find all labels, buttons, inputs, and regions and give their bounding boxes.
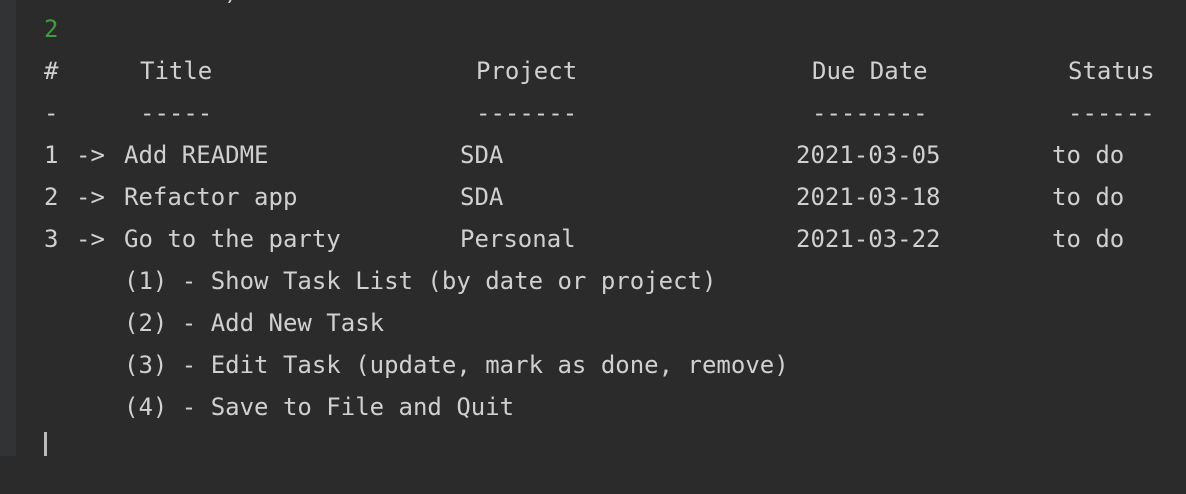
underline-project: ------- [476, 99, 578, 127]
menu-item-save-and-quit: (4) - Save to File and Quit [124, 393, 515, 421]
row-status: to do [1052, 225, 1125, 253]
row-due-date: 2021-03-18 [796, 183, 941, 211]
menu-item-edit-task: (3) - Edit Task (update, mark as done, r… [124, 351, 789, 379]
row-project: SDA [460, 141, 504, 169]
menu-item: (4) - Save to File and Quit [44, 390, 514, 424]
menu-item-add-new-task: (2) - Add New Task [124, 309, 385, 337]
row-num: 2 [44, 183, 59, 211]
menu-item-show-task-list: (1) - Show Task List (by date or project… [124, 267, 717, 295]
menu-item: (1) - Show Task List (by date or project… [44, 264, 716, 298]
header-num: # [44, 57, 59, 85]
table-row: 2 -> Refactor app SDA 2021-03-18 to do [44, 180, 1124, 214]
row-arrow: -> [76, 225, 105, 253]
row-title: Go to the party [124, 225, 341, 253]
underline-num: - [44, 99, 59, 127]
row-due-date: 2021-03-05 [796, 141, 941, 169]
user-input-line: 2 [44, 12, 102, 46]
user-input-value: 2 [44, 15, 59, 43]
header-due-date: Due Date [812, 57, 928, 85]
underline-due-date: -------- [812, 99, 928, 127]
table-underline-row: - ----- ------- -------- ------ [44, 96, 1155, 130]
table-row: 1 -> Add README SDA 2021-03-05 to do [44, 138, 1124, 172]
row-due-date: 2021-03-22 [796, 225, 941, 253]
underline-title: ----- [140, 99, 213, 127]
menu-item: (3) - Edit Task (update, mark as done, r… [44, 348, 789, 382]
row-arrow: -> [76, 141, 105, 169]
row-status: to do [1052, 141, 1125, 169]
table-row: 3 -> Go to the party Personal 2021-03-22… [44, 222, 1124, 256]
underline-status: ------ [1068, 99, 1155, 127]
input-caret[interactable] [44, 432, 47, 456]
row-num: 1 [44, 141, 59, 169]
row-arrow: -> [76, 183, 105, 211]
menu-item: (2) - Add New Task [44, 306, 384, 340]
clipped-previous-line: ) [224, 0, 238, 6]
header-title: Title [140, 57, 213, 85]
header-project: Project [476, 57, 578, 85]
row-num: 3 [44, 225, 59, 253]
row-title: Refactor app [124, 183, 298, 211]
row-title: Add README [124, 141, 269, 169]
row-status: to do [1052, 183, 1125, 211]
row-project: SDA [460, 183, 504, 211]
row-project: Personal [460, 225, 576, 253]
header-status: Status [1068, 57, 1155, 85]
console-output: ) 2 # Title Project Due Date Status - --… [44, 0, 1186, 456]
editor-gutter [0, 0, 16, 456]
table-header-row: # Title Project Due Date Status [44, 54, 1155, 88]
